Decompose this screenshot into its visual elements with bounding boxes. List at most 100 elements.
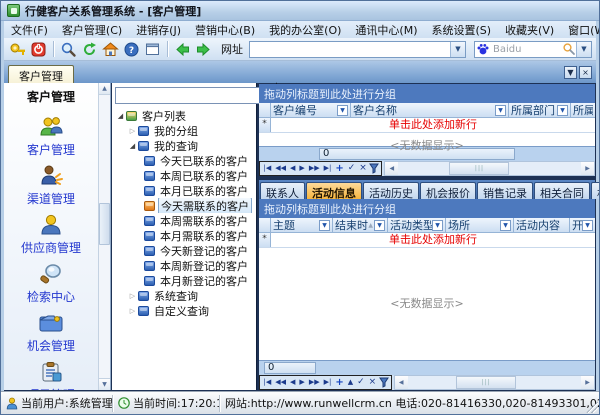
nav-edit-button[interactable]: ▲ bbox=[346, 376, 354, 389]
menu-inventory[interactable]: 进销存(J) bbox=[129, 21, 188, 39]
resize-grip[interactable] bbox=[586, 401, 598, 413]
column-header-customer-no[interactable]: 客户编号 ▼ bbox=[271, 103, 351, 117]
group-by-bar[interactable]: 拖动列标题到此处进行分组 bbox=[259, 199, 595, 218]
column-header-start-time[interactable]: 开始时间▼ bbox=[570, 218, 595, 232]
tree-node[interactable]: 今天已联系的客户 bbox=[114, 153, 254, 168]
nav-next-page-button[interactable]: ▶▶ bbox=[307, 162, 321, 175]
nav-cancel-button[interactable]: × bbox=[358, 162, 369, 175]
tree-node[interactable]: 本周需联系的客户 bbox=[114, 213, 254, 228]
filter-dropdown-icon[interactable]: ▼ bbox=[337, 104, 348, 116]
scroll-down-icon[interactable]: ▼ bbox=[99, 378, 110, 390]
sidebar-item-channels[interactable]: 渠道管理 bbox=[27, 164, 75, 207]
scrollbar-thumb[interactable]: ||| bbox=[456, 376, 517, 389]
tree-node[interactable]: ▷ 自定义查询 bbox=[114, 303, 254, 318]
search-button[interactable] bbox=[59, 40, 78, 59]
sidebar-item-suppliers[interactable]: 供应商管理 bbox=[21, 213, 81, 256]
sidebar-item-customers[interactable]: 客户管理 bbox=[27, 115, 75, 158]
expand-icon[interactable]: ◢ bbox=[127, 142, 138, 150]
column-header-activity-content[interactable]: 活动内容 bbox=[514, 218, 570, 232]
nav-prev-button[interactable]: ◀ bbox=[289, 162, 297, 175]
horizontal-scrollbar[interactable]: ◀ ||| ▶ bbox=[393, 375, 595, 390]
sidebar-item-search-center[interactable]: 检索中心 bbox=[27, 262, 75, 305]
tree-node[interactable]: 本月需联系的客户 bbox=[114, 228, 254, 243]
new-window-button[interactable] bbox=[143, 40, 162, 59]
menu-office[interactable]: 我的办公室(O) bbox=[262, 21, 348, 39]
nav-next-button[interactable]: ▶ bbox=[298, 162, 306, 175]
nav-first-button[interactable]: |◀ bbox=[262, 162, 273, 175]
nav-add-button[interactable]: + bbox=[334, 162, 345, 175]
back-button[interactable] bbox=[173, 40, 192, 59]
sidebar-item-opportunities[interactable]: 机会管理 bbox=[27, 311, 75, 354]
menu-favorites[interactable]: 收藏夹(V) bbox=[498, 21, 561, 39]
tab-list-dropdown-button[interactable]: ▼ bbox=[564, 66, 577, 79]
nav-last-button[interactable]: ▶| bbox=[322, 162, 333, 175]
scrollbar-thumb[interactable] bbox=[99, 202, 110, 245]
menu-window[interactable]: 窗口(W) bbox=[561, 21, 599, 39]
nav-next-button[interactable]: ▶ bbox=[298, 376, 306, 389]
tree-node[interactable]: 本周已联系的客户 bbox=[114, 168, 254, 183]
tree-node[interactable]: ▷ 我的分组 bbox=[114, 123, 254, 138]
expand-icon[interactable]: ◢ bbox=[115, 112, 126, 120]
search-dropdown-button[interactable]: ▼ bbox=[576, 41, 591, 57]
menu-customer[interactable]: 客户管理(C) bbox=[55, 21, 129, 39]
column-header-clipped[interactable]: 所属 bbox=[571, 103, 595, 117]
sidebar-item-projects[interactable]: 项目管理 bbox=[27, 360, 75, 390]
tree-node[interactable]: 本周新登记的客户 bbox=[114, 258, 254, 273]
menu-communication[interactable]: 通讯中心(M) bbox=[348, 21, 424, 39]
filter-dropdown-icon[interactable]: ▼ bbox=[582, 219, 593, 231]
scroll-up-icon[interactable]: ▲ bbox=[99, 83, 110, 95]
tab-activity-history[interactable]: 活动历史 bbox=[363, 182, 419, 200]
group-by-bar[interactable]: 拖动列标题到此处进行分组 bbox=[259, 84, 595, 103]
filter-dropdown-icon[interactable]: ▼ bbox=[500, 219, 511, 231]
tree-node[interactable]: ▷ 系统查询 bbox=[114, 288, 254, 303]
nav-commit-button[interactable]: ✓ bbox=[346, 162, 357, 175]
nav-filter-icon[interactable] bbox=[378, 377, 389, 388]
nav-last-button[interactable]: ▶| bbox=[322, 376, 333, 389]
tree-node[interactable]: 本月已联系的客户 bbox=[114, 183, 254, 198]
expand-icon[interactable]: ▷ bbox=[127, 307, 138, 315]
logout-button[interactable] bbox=[29, 40, 48, 59]
scrollbar-thumb[interactable]: ||| bbox=[449, 162, 510, 175]
tree-node-root[interactable]: ◢ 客户列表 bbox=[114, 108, 254, 123]
filter-dropdown-icon[interactable]: ▼ bbox=[374, 219, 385, 231]
address-input[interactable] bbox=[250, 42, 450, 56]
column-header-end-time[interactable]: 结束时 ▲ ▼ bbox=[333, 218, 388, 232]
help-button[interactable]: ? bbox=[122, 40, 141, 59]
scroll-right-icon[interactable]: ▶ bbox=[581, 162, 594, 175]
nav-commit-button[interactable]: ✓ bbox=[356, 376, 367, 389]
sidebar-scrollbar[interactable]: ▲ ▼ bbox=[98, 83, 110, 390]
scroll-left-icon[interactable]: ◀ bbox=[394, 376, 408, 389]
filter-dropdown-icon[interactable]: ▼ bbox=[319, 219, 330, 231]
menu-marketing[interactable]: 营销中心(B) bbox=[188, 21, 262, 39]
tab-contacts[interactable]: 联系人 bbox=[260, 182, 305, 200]
tree-node[interactable]: 本月新登记的客户 bbox=[114, 273, 254, 288]
menu-file[interactable]: 文件(F) bbox=[4, 21, 55, 39]
search-input[interactable]: Baidu bbox=[491, 44, 562, 55]
nav-prev-button[interactable]: ◀ bbox=[289, 376, 297, 389]
add-new-row[interactable]: * 单击此处添加新行 bbox=[259, 118, 595, 133]
tree-node[interactable]: ◢ 我的查询 bbox=[114, 138, 254, 153]
menu-settings[interactable]: 系统设置(S) bbox=[424, 21, 498, 39]
expand-icon[interactable]: ▷ bbox=[127, 127, 138, 135]
add-new-row[interactable]: * 单击此处添加新行 bbox=[259, 233, 595, 248]
nav-cancel-button[interactable]: × bbox=[367, 376, 378, 389]
tab-customer-management[interactable]: 客户管理 bbox=[8, 65, 74, 83]
nav-add-button[interactable]: + bbox=[334, 376, 345, 389]
nav-prev-page-button[interactable]: ◀◀ bbox=[274, 162, 288, 175]
forward-button[interactable] bbox=[194, 40, 213, 59]
tab-contracts[interactable]: 相关合同 bbox=[534, 182, 590, 200]
key-button[interactable] bbox=[8, 40, 27, 59]
nav-filter-icon[interactable] bbox=[369, 163, 380, 174]
column-header-customer-name[interactable]: 客户名称 ▼ bbox=[351, 103, 509, 117]
refresh-button[interactable] bbox=[80, 40, 99, 59]
home-button[interactable] bbox=[101, 40, 120, 59]
nav-first-button[interactable]: |◀ bbox=[262, 376, 273, 389]
filter-dropdown-icon[interactable]: ▼ bbox=[432, 219, 443, 231]
column-header-place[interactable]: 场所 ▼ bbox=[446, 218, 514, 232]
tree-node[interactable]: 今天新登记的客户 bbox=[114, 243, 254, 258]
nav-prev-page-button[interactable]: ◀◀ bbox=[274, 376, 288, 389]
tab-opportunity-quote[interactable]: 机会报价 bbox=[420, 182, 476, 200]
column-header-activity-type[interactable]: 活动类型 ▼ bbox=[388, 218, 446, 232]
scroll-right-icon[interactable]: ▶ bbox=[581, 376, 594, 389]
scroll-left-icon[interactable]: ◀ bbox=[385, 162, 399, 175]
